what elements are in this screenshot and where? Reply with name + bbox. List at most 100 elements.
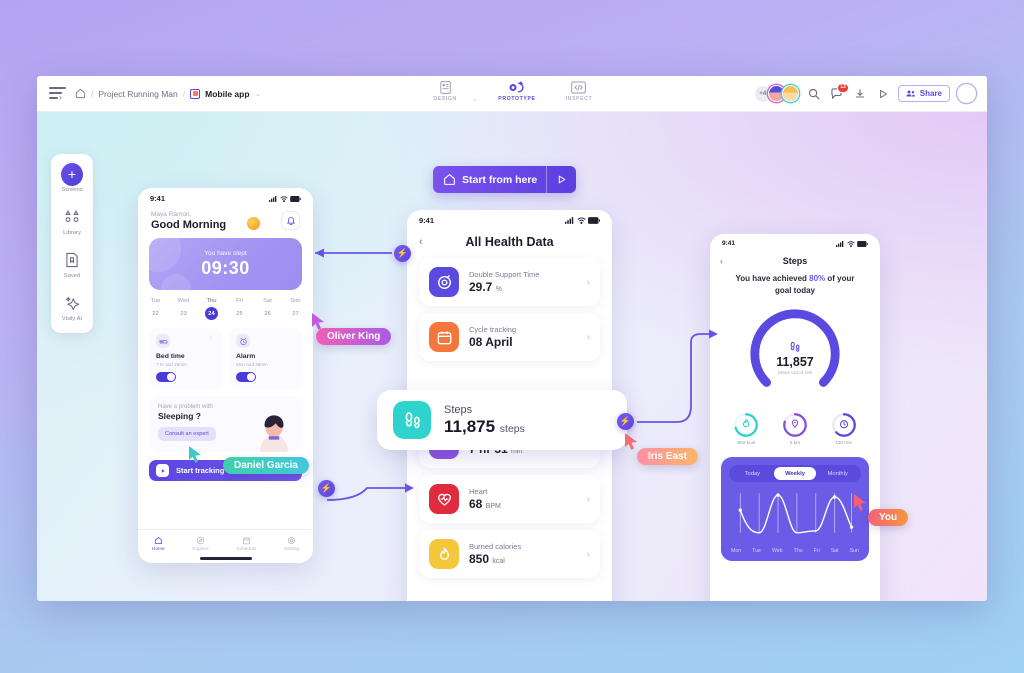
cursor-iris-east: Iris East — [623, 432, 698, 465]
page-title-text: All Health Data — [465, 235, 554, 249]
sidebar-item-screens[interactable]: + Screens — [51, 162, 93, 193]
alarm-card[interactable]: Alarm Mon and 38min — [229, 328, 302, 389]
metric-label: 5 km — [789, 441, 801, 447]
health-row-cycle-tracking[interactable]: Cycle tracking 08 April › — [419, 313, 600, 361]
health-row-label: Cycle tracking — [469, 325, 517, 334]
sidebar-item-saved[interactable]: Saved — [51, 249, 93, 279]
more-options-icon[interactable]: ⋮ — [208, 335, 215, 342]
download-icon[interactable] — [852, 86, 868, 102]
phone-mockup-steps-detail[interactable]: 9:41 ‹ Steps You have achieved 80% of yo… — [710, 234, 880, 601]
prototype-link-node[interactable]: ⚡ — [617, 413, 634, 430]
chevron-right-icon[interactable]: › — [587, 549, 590, 560]
collaborator-avatars[interactable]: +4 — [754, 85, 799, 102]
sidebar-item-label: Screens — [61, 187, 83, 193]
tab-inspect[interactable]: INSPECT — [556, 79, 602, 102]
health-row-label: Double Support Time — [469, 270, 540, 279]
home-icon[interactable] — [75, 88, 86, 99]
greeting-username: Maya Ramon, — [151, 211, 192, 218]
status-time: 9:41 — [722, 240, 736, 247]
health-row-double-support-time[interactable]: Double Support Time 29.7 % › — [419, 258, 600, 306]
consult-expert-card[interactable]: Have a problem with Sleeping ? Consult a… — [149, 396, 302, 452]
bed-time-toggle[interactable] — [156, 372, 176, 382]
tab-prototype[interactable]: PROTOTYPE — [494, 79, 540, 102]
notification-bell-icon[interactable] — [281, 211, 300, 230]
search-icon[interactable] — [806, 86, 822, 102]
nav-item-explore[interactable]: Explore — [192, 536, 209, 552]
chevron-right-icon[interactable]: › — [587, 277, 590, 288]
tab-design[interactable]: DESIGN — [422, 79, 468, 102]
avatar[interactable] — [781, 85, 799, 102]
nav-item-schedule[interactable]: Schedule — [236, 536, 256, 552]
activity-chart-card[interactable]: Today Weekly Monthly Mon Tue Web Thu Fri… — [721, 457, 869, 562]
goal-percent: 80% — [809, 274, 826, 283]
sidebar-item-visily-ai[interactable]: Visily AI — [51, 292, 93, 322]
sleep-summary-card[interactable]: You have slept 09:30 — [149, 238, 302, 290]
metric-calories[interactable]: 850 kcal — [733, 412, 759, 446]
breadcrumb-project[interactable]: Project Running Man — [98, 89, 177, 99]
segment-weekly[interactable]: Weekly — [773, 467, 817, 481]
prototype-icon — [508, 79, 525, 95]
calendar-icon — [429, 322, 459, 352]
home-indicator — [199, 557, 252, 560]
day-item[interactable]: Fri 25 — [233, 298, 246, 320]
phone-mockup-sleep-home[interactable]: 9:41 Maya Ramon, Good Morning You have s… — [138, 188, 313, 563]
current-user-avatar[interactable] — [957, 84, 976, 103]
prototype-link-node[interactable]: ⚡ — [318, 480, 335, 497]
nav-item-home[interactable]: Home — [152, 536, 165, 552]
day-number: 23 — [180, 310, 187, 317]
status-bar: 9:41 — [138, 188, 313, 205]
bed-time-card[interactable]: ⋮ Bed time 7 hr and 28min — [149, 328, 222, 389]
day-item-selected[interactable]: Thu 24 — [205, 298, 218, 320]
prototype-link-node[interactable]: ⚡ — [394, 245, 411, 262]
sidebar-item-label: Saved — [63, 273, 81, 279]
chart-day-label: Thu — [793, 548, 803, 555]
health-row-burned-calories[interactable]: Burned calories 850 kcal › — [419, 530, 600, 578]
design-canvas[interactable]: + Screens Library Saved Visily AI Start … — [37, 112, 987, 601]
chevron-right-icon[interactable]: › — [587, 494, 590, 505]
start-from-here-button[interactable]: Start from here — [433, 166, 577, 193]
health-row-heart[interactable]: Heart 68 BPM › — [419, 475, 600, 523]
back-chevron-icon[interactable]: ‹ — [419, 236, 423, 248]
cursor-pointer-icon — [625, 433, 637, 450]
chevron-right-icon[interactable]: › — [587, 332, 590, 343]
cursor-daniel-garcia: Daniel Garcia — [187, 445, 309, 474]
nav-item-setting[interactable]: Setting — [284, 536, 299, 552]
app-window: › / Project Running Man / Mobile app ⌄ D… — [37, 76, 987, 601]
day-item[interactable]: Wed 23 — [177, 298, 190, 320]
consult-expert-button[interactable]: Consult an expert — [158, 427, 216, 441]
breadcrumb: / Project Running Man / Mobile app ⌄ — [75, 88, 262, 99]
day-item[interactable]: Sat 26 — [261, 298, 274, 320]
period-segmented-control[interactable]: Today Weekly Monthly — [729, 465, 861, 483]
alarm-toggle[interactable] — [236, 372, 256, 382]
footsteps-icon — [393, 401, 431, 439]
sidebar-item-library[interactable]: Library — [51, 206, 93, 236]
file-icon — [190, 88, 201, 99]
week-day-picker[interactable]: Tue 22 Wed 23 Thu 24 Fri 25 Sat 26 Sun 27 — [138, 290, 313, 320]
comments-icon[interactable]: 13 — [829, 82, 849, 102]
goal-summary-text: You have achieved 80% of your goal today — [710, 266, 880, 296]
pin-icon — [791, 419, 799, 429]
activity-line-chart — [738, 493, 854, 534]
mode-chevron-icon[interactable]: ⌄ — [472, 95, 478, 103]
metric-duration[interactable]: 120 min — [831, 412, 857, 446]
start-from-here-label: Start from here — [462, 173, 538, 186]
quick-settings-row: ⋮ Bed time 7 hr and 28min Alarm Mon and … — [138, 320, 313, 389]
share-button-label: Share — [919, 89, 942, 98]
back-chevron-icon[interactable]: ‹ — [720, 256, 723, 266]
day-item[interactable]: Sun 27 — [289, 298, 302, 320]
wifi-icon — [846, 240, 855, 247]
segment-today[interactable]: Today — [731, 467, 774, 480]
chevron-down-icon[interactable]: ⌄ — [255, 88, 262, 99]
share-button[interactable]: Share — [897, 85, 950, 102]
segment-monthly[interactable]: Monthly — [816, 467, 859, 480]
play-icon[interactable] — [546, 166, 576, 193]
menu-icon[interactable]: › — [49, 87, 66, 102]
status-time: 9:41 — [150, 194, 166, 203]
play-icon[interactable] — [875, 86, 891, 102]
metric-distance[interactable]: 5 km — [782, 412, 808, 446]
ring-progress — [734, 413, 759, 438]
steps-card-selected[interactable]: Steps 11,875 steps — [377, 390, 627, 450]
breadcrumb-current[interactable]: Mobile app — [205, 89, 249, 99]
day-item[interactable]: Tue 22 — [149, 298, 162, 320]
alarm-icon — [236, 334, 250, 348]
